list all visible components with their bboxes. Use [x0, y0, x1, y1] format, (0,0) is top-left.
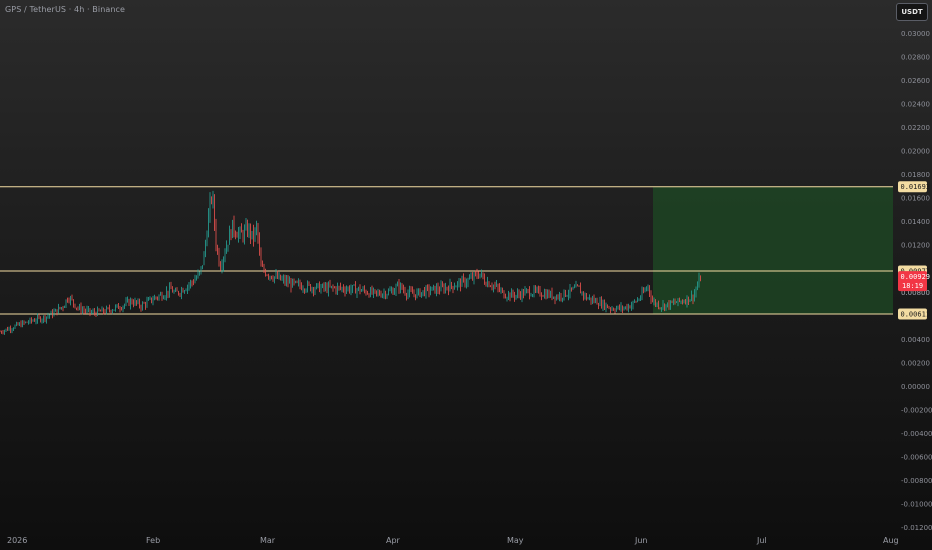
y-tick-label: 0.00200	[901, 359, 930, 367]
countdown-label: 18:19	[902, 282, 923, 290]
y-tick-label: 0.00400	[901, 336, 930, 344]
y-tick-label: -0.00600	[901, 453, 932, 461]
x-tick-label: May	[507, 536, 524, 545]
y-tick-label: 0.02600	[901, 77, 930, 85]
current-price-label: 0.00929	[901, 273, 931, 281]
y-tick-label: -0.00200	[901, 406, 932, 414]
y-tick-label: -0.01000	[901, 500, 932, 508]
y-tick-label: 0.02800	[901, 54, 930, 62]
y-tick-label: 0.01600	[901, 195, 930, 203]
price-chart[interactable]: 0.03000 0.02800 0.02600 0.02400 0.02200 0.020…	[0, 0, 932, 550]
y-tick-label: -0.01200	[901, 524, 932, 532]
y-tick-label: 0.00000	[901, 383, 930, 391]
x-tick-label: Feb	[146, 536, 160, 545]
level-price-label: 0.01693	[901, 183, 931, 191]
x-tick-label: Mar	[260, 536, 276, 545]
target-zone	[653, 186, 893, 314]
y-tick-label: 0.02000	[901, 148, 930, 156]
x-tick-label: Aug	[883, 536, 899, 545]
y-tick-label: 0.01400	[901, 218, 930, 226]
x-tick-label: Jul	[756, 536, 767, 545]
candles	[0, 190, 701, 335]
y-tick-label: -0.00400	[901, 430, 932, 438]
x-tick-label: Apr	[386, 536, 401, 545]
y-tick-label: 0.01200	[901, 242, 930, 250]
level-price-label: 0.00611	[901, 310, 931, 318]
y-tick-label: 0.02200	[901, 124, 930, 132]
y-tick-label: -0.00800	[901, 477, 932, 485]
y-tick-label: 0.02400	[901, 101, 930, 109]
x-tick-label: 2026	[7, 536, 27, 545]
y-tick-label: 0.01800	[901, 171, 930, 179]
y-tick-label: 0.03000	[901, 30, 930, 38]
x-tick-label: Jun	[634, 536, 648, 545]
